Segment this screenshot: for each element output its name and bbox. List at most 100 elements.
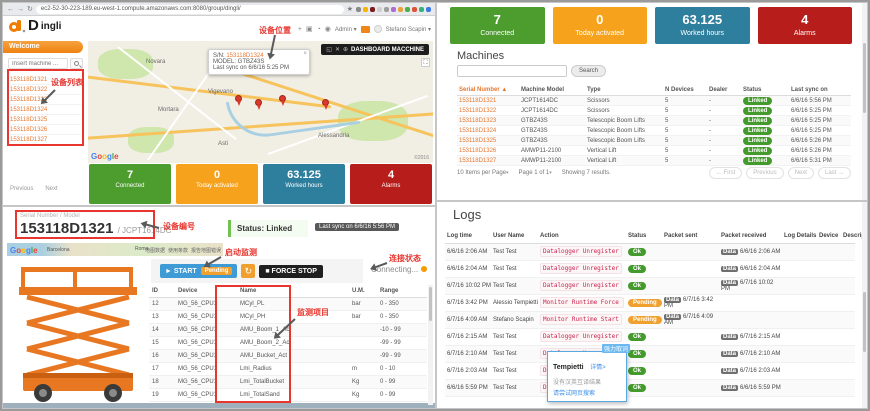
refresh-button[interactable]: ↻ (241, 264, 255, 278)
browser-reload-icon[interactable]: ↻ (27, 3, 33, 16)
cell-user-name: Test Test (493, 334, 540, 340)
scrollbar[interactable] (862, 202, 867, 408)
cell-dealer: - (709, 98, 743, 104)
scrollbar[interactable] (428, 285, 433, 405)
cell-name: AMU_Boom_1_Act (240, 327, 352, 333)
linked-badge: Linked (743, 117, 772, 125)
tooltip-details-link[interactable]: 详情> (590, 365, 606, 371)
bookmark-star-icon[interactable]: ★ (347, 3, 353, 16)
cell-status: Ok (628, 282, 664, 290)
cell-serial-link[interactable]: 153118D1327 (459, 158, 521, 164)
cell-status: Linked (743, 117, 791, 125)
column-header: Log Details (784, 233, 819, 239)
data-badge[interactable]: Data (721, 280, 738, 286)
machine-row: 153118D1324GTBZ43STelescopic Boom Lifts5… (457, 126, 851, 136)
cell-serial-link[interactable]: 153118D1324 (459, 128, 521, 134)
admin-menu[interactable]: Admin ▾ (335, 26, 357, 33)
eye-icon[interactable]: ◉ (325, 25, 331, 33)
stat-card-today-activated: 0Today activated (553, 7, 648, 44)
data-badge[interactable]: Data (721, 334, 738, 340)
force-stop-button[interactable]: ■ FORCE STOP (259, 265, 323, 278)
cell-n-devices: 5 (665, 158, 709, 164)
data-badge[interactable]: Data (664, 297, 681, 303)
data-badge[interactable]: Data (664, 314, 681, 320)
column-header[interactable]: Dealer (709, 87, 743, 93)
previous-page-button[interactable]: Previous (746, 167, 783, 179)
page-select[interactable]: Page 1 of 1▾ (519, 170, 552, 176)
machine-row: 153118D1326AMWP11-2100Vertical Lift5-Lin… (457, 146, 851, 156)
sidebar-search-button[interactable] (70, 58, 83, 69)
machines-map[interactable]: NovaraMilanoVigevanoMortaraAlessandriaAs… (88, 41, 433, 163)
column-header[interactable]: N Devices (665, 87, 709, 93)
machines-search-input[interactable] (457, 65, 567, 77)
sidebar-machine-item[interactable]: 153118D1326 (10, 125, 81, 135)
cell-serial-link[interactable]: 153118D1325 (459, 138, 521, 144)
dashboard-page: ← → ↻ ec2-52-30-223-189.eu-west-1.comput… (2, 2, 436, 206)
cell-serial-link[interactable]: 153118D1326 (459, 148, 521, 154)
sidebar-machine-item[interactable]: 153118D1325 (10, 115, 81, 125)
data-badge[interactable]: Data (721, 351, 738, 357)
machines-search-button[interactable]: Search (571, 65, 606, 77)
column-header[interactable]: Status (743, 87, 791, 93)
add-icon[interactable]: + (298, 26, 302, 33)
cell-dealer: - (709, 118, 743, 124)
map-city-label: Asti (218, 141, 228, 147)
column-header[interactable]: Machine Model (521, 87, 587, 93)
monitor-row: 18MG_56_CPU1Lmi_TotalBucketKg0 - 99 (149, 376, 427, 389)
sidebar-search-input[interactable] (8, 58, 68, 69)
column-header[interactable]: Last sync on (791, 87, 851, 93)
language-flag-icon[interactable] (361, 26, 370, 33)
extension-icons[interactable] (356, 7, 431, 12)
browser-back-icon[interactable]: ← (7, 3, 14, 16)
map-city-label: Vigevano (208, 89, 233, 95)
map-fullscreen-button[interactable]: ⛶ (421, 58, 430, 67)
data-badge[interactable]: Data (721, 368, 738, 374)
last-page-button[interactable]: Last → (818, 167, 851, 179)
tooltip-web-search-link[interactable]: 请尝试网页搜索 (553, 388, 621, 397)
data-badge[interactable]: Data (721, 385, 738, 391)
browser-forward-icon[interactable]: → (17, 3, 24, 16)
data-badge[interactable]: Data (721, 266, 738, 272)
first-page-button[interactable]: ← First (709, 167, 742, 179)
linked-badge: Linked (743, 157, 772, 165)
dingli-logo[interactable]: Dingli (9, 19, 61, 33)
column-header[interactable]: Type (587, 87, 665, 93)
cell-id: 17 (152, 366, 178, 372)
machine-marker[interactable] (255, 99, 262, 106)
mini-map-strip[interactable]: Google Barcelona Roma 地图数据 使用条款 报告地图错误 (7, 243, 223, 256)
cell-status: Ok (628, 350, 664, 358)
next-link[interactable]: Next (45, 186, 57, 192)
column-header[interactable]: Serial Number ▲ (459, 87, 521, 93)
stat-label: Alarms (758, 30, 853, 37)
user-menu[interactable]: Stefano Scapin ▾ (386, 26, 431, 33)
stat-card-alarms: 4Alarms (350, 164, 432, 204)
chart-icon[interactable]: ◔ (317, 26, 321, 33)
items-per-page-select[interactable]: 10 Items per Page▾ (457, 170, 509, 176)
cell-user-name: Test Test (493, 249, 540, 255)
machine-marker[interactable] (322, 99, 329, 106)
annotation-connection-status: 连接状态 (389, 253, 421, 264)
cell-serial-link[interactable]: 153118D1323 (459, 118, 521, 124)
logs-table: Log timeUser NameActionStatusPacket sent… (445, 229, 855, 397)
cell-n-devices: 5 (665, 118, 709, 124)
linked-badge: Linked (743, 127, 772, 135)
popup-close-icon[interactable]: × (303, 51, 307, 57)
sidebar-machine-item[interactable]: 153118D1324 (10, 105, 81, 115)
machine-marker[interactable] (235, 95, 242, 102)
address-bar[interactable]: ec2-52-30-223-189.eu-west-1.compute.amaz… (36, 5, 344, 14)
action-badge: Datalogger Unregister (540, 246, 622, 257)
dingli-logo-icon (9, 20, 26, 33)
cell-serial-link[interactable]: 153118D1322 (459, 108, 521, 114)
previous-link[interactable]: Previous (10, 186, 33, 192)
scrollbar[interactable] (862, 3, 867, 200)
cell-serial-link[interactable]: 153118D1321 (459, 98, 521, 104)
map-links[interactable]: 地图数据 使用条款 报告地图错误 (145, 247, 221, 254)
sidebar-machine-item[interactable]: 153118D1327 (10, 135, 81, 145)
start-button[interactable]: ► STARTPending (160, 264, 237, 278)
cell-packet-sent: Data6/7/16 3:42 PM (664, 297, 721, 309)
dashboard-macchine-button[interactable]: ◱ ✕ ⊕ DASHBOARD MACCHINE (321, 44, 429, 55)
machine-marker[interactable] (279, 95, 286, 102)
next-page-button[interactable]: Next (788, 167, 814, 179)
data-badge[interactable]: Data (721, 249, 738, 255)
print-icon[interactable]: ▣ (306, 25, 313, 33)
